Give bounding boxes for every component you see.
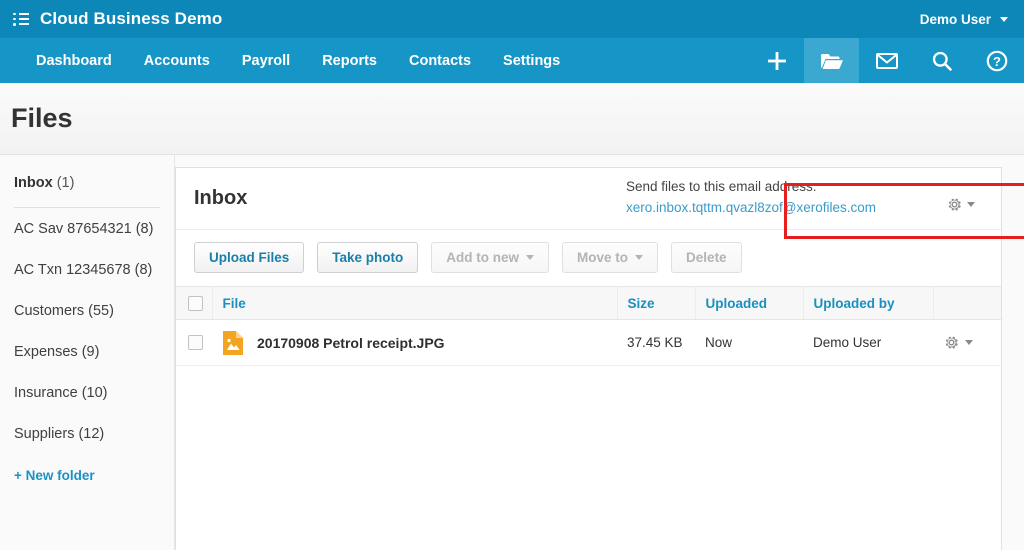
row-uploaded-cell: Now: [695, 319, 803, 366]
email-line: xero.inbox.tqttm.qvazl8zof@xerofiles.com: [626, 198, 936, 217]
folders-sidebar: Inbox (1) AC Sav 87654321 (8) AC Txn 123…: [0, 155, 175, 550]
chevron-down-icon: [526, 255, 535, 260]
select-all-header: [176, 286, 213, 320]
column-header-size[interactable]: Size: [617, 286, 696, 320]
folder-icon[interactable]: [804, 38, 859, 83]
email-settings-menu[interactable]: [946, 174, 975, 213]
nav-item-settings[interactable]: Settings: [487, 38, 576, 83]
delete-button[interactable]: Delete: [671, 242, 742, 273]
user-menu[interactable]: Demo User: [920, 12, 1008, 27]
chevron-down-icon: [1000, 16, 1008, 22]
email-input-field[interactable]: [878, 198, 936, 217]
sidebar-item-expenses[interactable]: Expenses (9): [14, 331, 174, 372]
list-menu-icon[interactable]: [13, 12, 29, 26]
nav-icon-group: ?: [749, 38, 1024, 83]
email-texts: Send files to this email address: xero.i…: [620, 174, 936, 217]
gear-icon: [945, 336, 958, 349]
files-table: File Size Uploaded Uploaded by 20170908 …: [176, 286, 1001, 366]
row-size-cell: 37.45 KB: [617, 319, 695, 366]
sidebar-item-inbox[interactable]: Inbox (1): [14, 175, 160, 208]
sidebar-item-ac-txn[interactable]: AC Txn 12345678 (8): [14, 249, 174, 290]
files-table-head: File Size Uploaded Uploaded by: [176, 286, 1001, 320]
page-title-bar: Files: [0, 83, 1024, 155]
files-table-body: 20170908 Petrol receipt.JPG 37.45 KB Now…: [176, 319, 1001, 366]
files-toolbar: Upload Files Take photo Add to new Move …: [176, 230, 1001, 286]
plus-icon[interactable]: [749, 38, 804, 83]
move-to-label: Move to: [577, 250, 629, 265]
user-menu-label: Demo User: [919, 11, 991, 27]
row-actions-menu[interactable]: [943, 334, 991, 351]
row-file-cell: 20170908 Petrol receipt.JPG: [212, 319, 617, 366]
body-wrap: Inbox (1) AC Sav 87654321 (8) AC Txn 123…: [0, 155, 1024, 550]
sidebar-item-suppliers[interactable]: Suppliers (12): [14, 413, 174, 454]
sidebar-inbox-label: Inbox: [14, 175, 53, 191]
move-to-button[interactable]: Move to: [562, 242, 659, 273]
sidebar-inbox-count: (1): [56, 175, 75, 191]
main-area: Inbox Send files to this email address: …: [175, 155, 1024, 550]
help-icon[interactable]: ?: [969, 38, 1024, 83]
file-cell: 20170908 Petrol receipt.JPG: [222, 330, 607, 356]
table-header-row: File Size Uploaded Uploaded by: [176, 286, 1001, 320]
chevron-down-icon: [965, 340, 973, 345]
nav-item-accounts[interactable]: Accounts: [128, 38, 226, 83]
file-name-link[interactable]: 20170908 Petrol receipt.JPG: [257, 335, 445, 351]
inbox-panel: Inbox Send files to this email address: …: [175, 167, 1024, 550]
chevron-down-icon: [635, 255, 644, 260]
column-header-uploaded[interactable]: Uploaded: [695, 286, 804, 320]
column-header-uploaded-by[interactable]: Uploaded by: [803, 286, 934, 320]
select-all-checkbox[interactable]: [188, 295, 203, 311]
upload-files-button[interactable]: Upload Files: [194, 242, 305, 273]
nav-item-reports[interactable]: Reports: [306, 38, 393, 83]
panel-header: Inbox Send files to this email address: …: [176, 168, 1024, 239]
panel-title: Inbox: [194, 187, 248, 209]
row-checkbox[interactable]: [188, 335, 203, 350]
nav-item-dashboard[interactable]: Dashboard: [20, 38, 128, 83]
sidebar-item-insurance[interactable]: Insurance (10): [14, 372, 174, 413]
main-navigation: Dashboard Accounts Payroll Reports Conta…: [0, 38, 1024, 83]
nav-item-payroll[interactable]: Payroll: [226, 38, 306, 83]
chevron-down-icon: [967, 202, 975, 207]
inbox-email-address[interactable]: xero.inbox.tqttm.qvazl8zof@xerofiles.com: [626, 200, 876, 215]
add-to-new-button[interactable]: Add to new: [431, 242, 550, 273]
brand-bar: Cloud Business Demo Demo User: [0, 0, 1024, 38]
sidebar-item-ac-sav[interactable]: AC Sav 87654321 (8): [14, 208, 174, 249]
organisation-title: Cloud Business Demo: [40, 9, 223, 28]
take-photo-button[interactable]: Take photo: [317, 242, 419, 273]
row-actions-cell: [933, 319, 1001, 366]
image-file-icon: [223, 330, 243, 355]
page-title: Files: [11, 103, 73, 133]
sidebar-item-customers[interactable]: Customers (55): [14, 290, 174, 331]
new-folder-button[interactable]: + New folder: [14, 454, 174, 483]
search-icon[interactable]: [914, 38, 969, 83]
svg-text:?: ?: [993, 54, 1001, 69]
column-header-actions: [933, 286, 1001, 320]
nav-links: Dashboard Accounts Payroll Reports Conta…: [0, 38, 576, 83]
table-row[interactable]: 20170908 Petrol receipt.JPG 37.45 KB Now…: [176, 319, 1001, 366]
gear-icon: [948, 198, 961, 211]
email-callout: Send files to this email address: xero.i…: [620, 174, 985, 217]
row-select-cell: [176, 319, 212, 366]
column-header-file[interactable]: File: [212, 286, 618, 320]
envelope-icon[interactable]: [859, 38, 914, 83]
nav-item-contacts[interactable]: Contacts: [393, 38, 487, 83]
row-uploaded-by-cell: Demo User: [803, 319, 933, 366]
brand-left: Cloud Business Demo: [13, 9, 222, 29]
add-to-new-label: Add to new: [446, 250, 520, 265]
email-instruction-label: Send files to this email address:: [625, 179, 817, 194]
